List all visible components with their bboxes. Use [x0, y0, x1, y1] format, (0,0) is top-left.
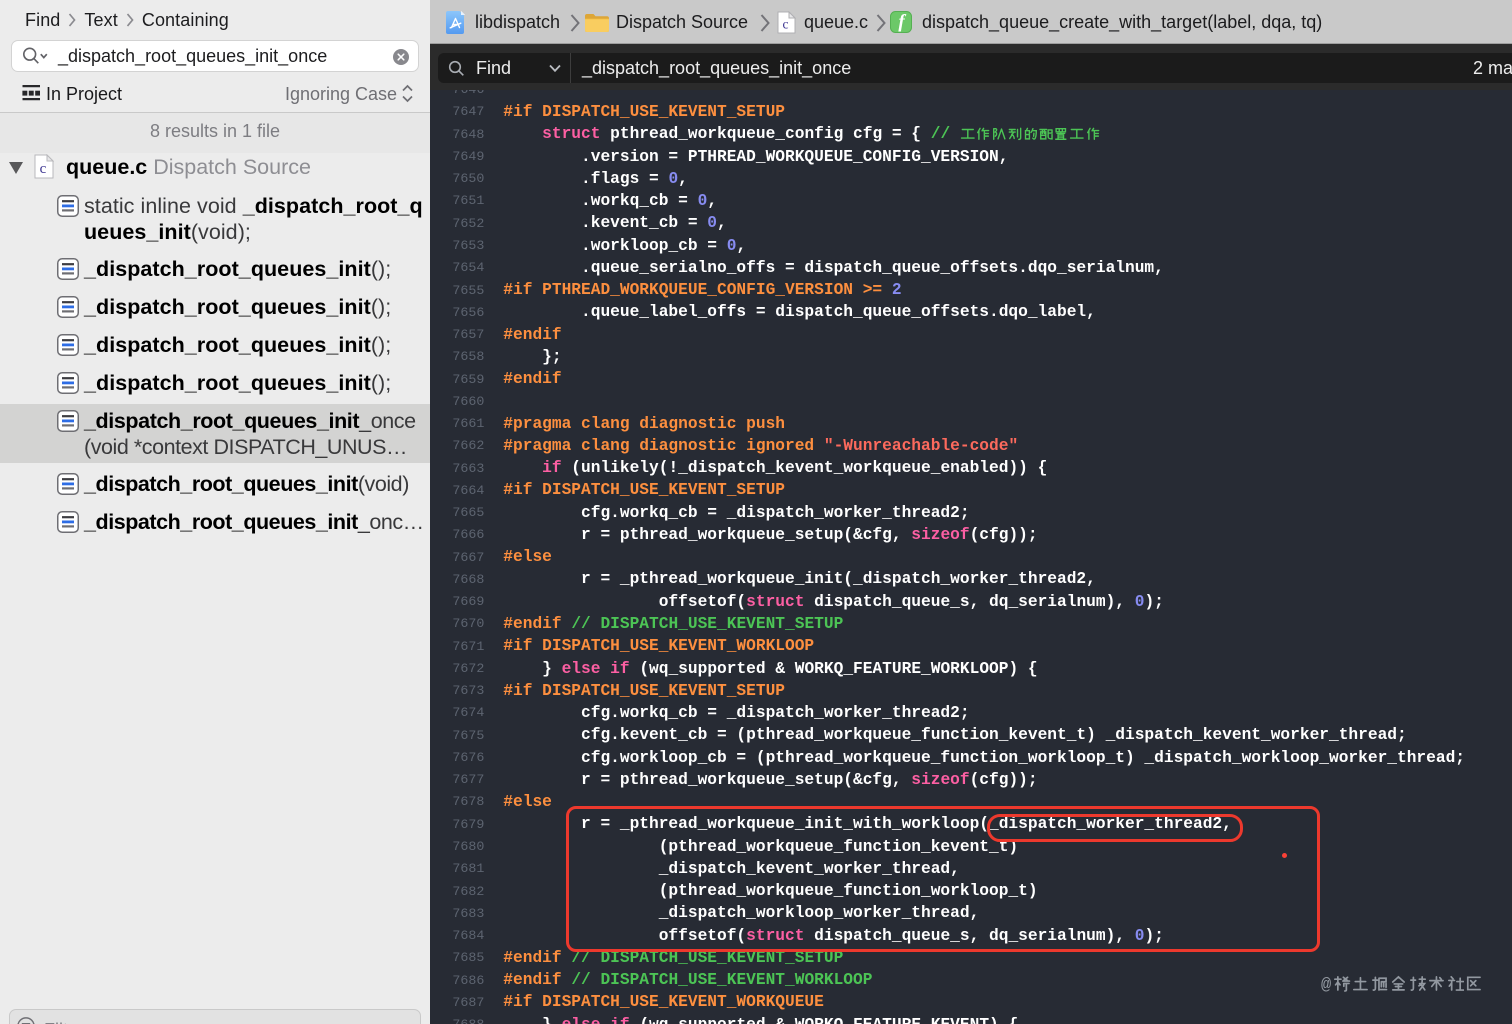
svg-text:c: c — [783, 17, 789, 32]
svg-text:c: c — [40, 161, 47, 177]
